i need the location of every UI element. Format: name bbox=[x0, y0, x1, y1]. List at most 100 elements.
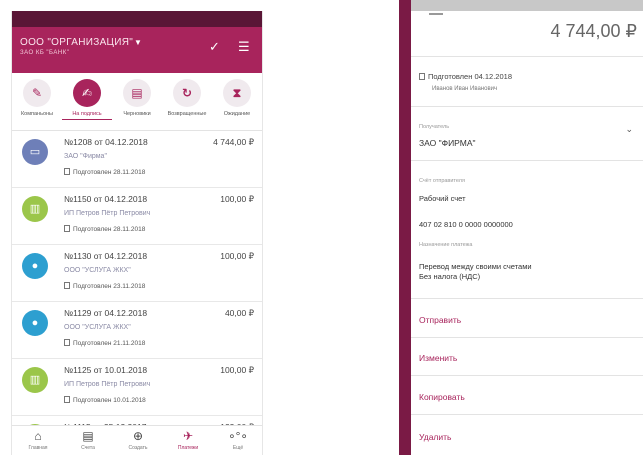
doc-status: Подготовлен 28.11.2018 bbox=[64, 225, 145, 233]
divider bbox=[411, 106, 643, 107]
doc-title: №1130 от 04.12.2018 bbox=[64, 251, 148, 261]
nav-home[interactable]: ⌂ Главная bbox=[18, 429, 58, 451]
divider bbox=[411, 337, 643, 338]
doc-title: №1129 от 04.12.2018 bbox=[64, 308, 148, 318]
nav-label: Главная bbox=[28, 445, 48, 451]
card-icon: ▭ bbox=[22, 139, 48, 165]
tab-label: Возвращенные bbox=[167, 111, 207, 117]
document-icon bbox=[64, 339, 70, 346]
doc-amount: 100,00 ₽ bbox=[220, 194, 254, 204]
doc-amount: 100,00 ₽ bbox=[220, 251, 254, 261]
doc-title: №1150 от 04.12.2018 bbox=[64, 194, 148, 204]
doc-recipient: ИП Петров Пётр Петрович bbox=[64, 210, 151, 217]
doc-recipient: ООО "УСЛУГА ЖКХ" bbox=[64, 324, 131, 331]
doc-pen-icon: ✎ bbox=[23, 79, 51, 107]
list-item[interactable]: ▥ №1150 от 04.12.2018 100,00 ₽ ИП Петров… bbox=[12, 188, 262, 245]
doc-amount: 4 744,00 ₽ bbox=[213, 137, 254, 147]
nav-more[interactable]: ∘°∘ Ещё bbox=[218, 429, 258, 451]
nav-label: Платежи bbox=[177, 445, 199, 451]
recipient-value[interactable]: ЗАО "ФИРМА" bbox=[419, 138, 476, 148]
recipient-label: Получатель bbox=[419, 124, 450, 130]
tab-label: Ожидание bbox=[223, 111, 251, 117]
sign-icon: ✍ bbox=[73, 79, 101, 107]
bank-name: ЗАО КБ "БАНК" bbox=[20, 50, 70, 56]
tab-returned[interactable]: ↻ Возвращенные bbox=[162, 79, 212, 117]
app-bar: ООО "ОРГАНИЗАЦИЯ" ▼ ЗАО КБ "БАНК" ✓ ☰ bbox=[12, 27, 262, 73]
purpose-line-1: Перевод между своими счетами bbox=[419, 262, 532, 271]
tab-drafts[interactable]: ▤ Черновики bbox=[112, 79, 162, 117]
doc-status: Подготовлен 21.11.2018 bbox=[64, 339, 145, 347]
doc-status: Подготовлен 04.12.2018 bbox=[419, 72, 512, 81]
nav-label: Счета bbox=[81, 445, 95, 451]
list-item[interactable]: ▥ №1125 от 10.01.2018 100,00 ₽ ИП Петров… bbox=[12, 359, 262, 416]
nav-create[interactable]: ⊕ Создать bbox=[118, 429, 158, 451]
select-all-icon[interactable]: ✓ bbox=[209, 39, 220, 55]
doc-recipient: ООО "УСЛУГА ЖКХ" bbox=[64, 267, 131, 274]
add-icon: ⊕ bbox=[132, 429, 144, 443]
list-item[interactable]: ● №1130 от 04.12.2018 100,00 ₽ ООО "УСЛУ… bbox=[12, 245, 262, 302]
more-icon: ∘°∘ bbox=[228, 429, 248, 443]
payments-icon: ✈ bbox=[182, 429, 194, 443]
tab-companions[interactable]: ✎ Компаньоны bbox=[12, 79, 62, 117]
drop-icon: ● bbox=[22, 253, 48, 279]
nav-payments[interactable]: ✈ Платежи bbox=[168, 429, 208, 451]
doc-status: Подготовлен 10.01.2018 bbox=[64, 396, 146, 404]
account-number: 407 02 810 0 0000 0000000 bbox=[419, 220, 513, 229]
document-detail-screen: 4 744,00 ₽ Подготовлен 04.12.2018 Иванов… bbox=[399, 0, 643, 455]
tab-to-sign[interactable]: ✍ На подпись bbox=[62, 79, 112, 120]
nav-label: Создать bbox=[128, 445, 148, 451]
document-icon bbox=[64, 282, 70, 289]
home-icon: ⌂ bbox=[34, 429, 42, 443]
send-button[interactable]: Отправить bbox=[419, 315, 461, 325]
organization-selector[interactable]: ООО "ОРГАНИЗАЦИЯ" bbox=[20, 37, 133, 48]
status-tabs: ✎ Компаньоны ✍ На подпись ▤ Черновики ↻ … bbox=[12, 73, 262, 131]
purpose-line-2: Без налога (НДС) bbox=[419, 272, 481, 281]
document-icon bbox=[419, 73, 425, 80]
documents-list: ▭ №1208 от 04.12.2018 4 744,00 ₽ ЗАО "Фи… bbox=[12, 131, 262, 455]
status-bar bbox=[411, 0, 643, 11]
tab-label: Компаньоны bbox=[20, 111, 54, 117]
drop-icon: ● bbox=[22, 310, 48, 336]
divider bbox=[411, 414, 643, 415]
account-name: Рабочий счет bbox=[419, 194, 466, 203]
status-bar bbox=[12, 11, 262, 27]
document-icon bbox=[64, 225, 70, 232]
doc-title: №1208 от 04.12.2018 bbox=[64, 137, 148, 147]
document-icon bbox=[64, 396, 70, 403]
return-icon: ↻ bbox=[173, 79, 201, 107]
nav-accounts[interactable]: ▤ Счета bbox=[68, 429, 108, 451]
accounts-icon: ▤ bbox=[82, 429, 94, 443]
doc-amount: 4 744,00 ₽ bbox=[550, 21, 637, 41]
edit-button[interactable]: Изменить bbox=[419, 353, 457, 363]
copy-button[interactable]: Копировать bbox=[419, 392, 465, 402]
document-icon bbox=[64, 168, 70, 175]
detail-header: 4 744,00 ₽ bbox=[411, 11, 643, 57]
doc-recipient: ИП Петров Пётр Петрович bbox=[64, 381, 151, 388]
list-item[interactable]: ● №1129 от 04.12.2018 40,00 ₽ ООО "УСЛУГ… bbox=[12, 302, 262, 359]
tab-label: На подпись bbox=[62, 111, 112, 120]
hourglass-icon: ⧗ bbox=[223, 79, 251, 107]
documents-list-screen: ООО "ОРГАНИЗАЦИЯ" ▼ ЗАО КБ "БАНК" ✓ ☰ ✎ … bbox=[11, 11, 263, 455]
divider bbox=[411, 375, 643, 376]
doc-amount: 100,00 ₽ bbox=[220, 365, 254, 375]
bottom-navigation: ⌂ Главная ▤ Счета ⊕ Создать ✈ Платежи ∘°… bbox=[12, 425, 262, 455]
tab-label: Черновики bbox=[123, 111, 151, 117]
tab-waiting[interactable]: ⧗ Ожидание bbox=[212, 79, 262, 117]
draft-icon: ▤ bbox=[123, 79, 151, 107]
delete-button[interactable]: Удалить bbox=[419, 432, 451, 442]
purpose-label: Назначение платежа bbox=[419, 242, 473, 248]
accent-bar bbox=[399, 0, 411, 455]
divider bbox=[411, 298, 643, 299]
doc-signer: Иванов Иван Иванович bbox=[432, 86, 498, 92]
building-icon: ▥ bbox=[22, 196, 48, 222]
doc-amount: 40,00 ₽ bbox=[224, 308, 254, 318]
chevron-down-icon[interactable]: ▼ bbox=[134, 38, 142, 47]
account-label: Счёт отправителя bbox=[419, 178, 465, 184]
drag-handle[interactable] bbox=[429, 13, 443, 15]
doc-recipient: ЗАО "Фирма" bbox=[64, 153, 107, 160]
nav-label: Ещё bbox=[232, 445, 244, 451]
list-item[interactable]: ▭ №1208 от 04.12.2018 4 744,00 ₽ ЗАО "Фи… bbox=[12, 131, 262, 188]
filter-icon[interactable]: ☰ bbox=[238, 39, 250, 55]
divider bbox=[411, 160, 643, 161]
chevron-down-icon[interactable]: ⌄ bbox=[625, 124, 633, 135]
